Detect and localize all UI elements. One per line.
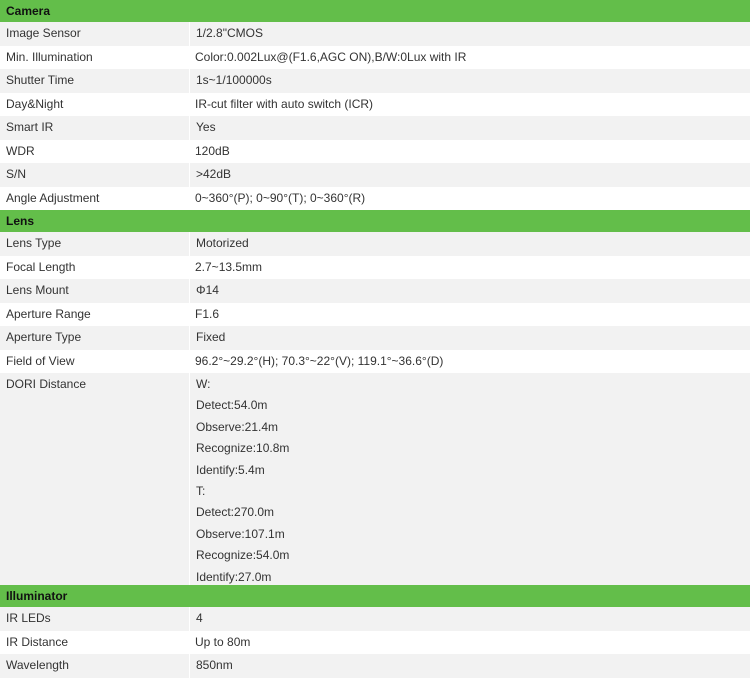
spec-row: Field of View 96.2°~29.2°(H); 70.3°~22°(V… <box>0 350 750 374</box>
spec-label: Shutter Time <box>6 73 75 87</box>
spec-row: IR Distance Up to 80m <box>0 631 750 655</box>
dori-line: Identify:5.4m <box>196 462 265 477</box>
spec-row-dori: DORI Distance W: Detect:54.0m Observe:21… <box>0 373 750 585</box>
spec-label: Lens Type <box>6 236 62 250</box>
section-header-camera: Camera <box>0 0 750 22</box>
spec-row: Min. Illumination Color:0.002Lux@(F1.6,AG… <box>0 46 750 70</box>
spec-row: Aperture Range F1.6 <box>0 303 750 327</box>
spec-row: Angle Adjustment 0~360°(P); 0~90°(T); 0~3… <box>0 187 750 211</box>
spec-label: S/N <box>6 167 27 181</box>
spec-label: IR Distance <box>6 634 69 649</box>
section-header-illuminator: Illuminator <box>0 585 750 607</box>
spec-value: Color:0.002Lux@(F1.6,AGC ON),B/W:0Lux wi… <box>195 49 467 64</box>
spec-label: Day&Night <box>6 96 64 111</box>
spec-row: WDR 120dB <box>0 140 750 164</box>
spec-row: Focal Length 2.7~13.5mm <box>0 256 750 280</box>
spec-label: Image Sensor <box>6 26 81 40</box>
dori-line: Observe:21.4m <box>196 419 279 434</box>
spec-row: Day&Night IR-cut filter with auto switch … <box>0 93 750 117</box>
spec-value: IR-cut filter with auto switch (ICR) <box>195 96 374 111</box>
spec-label: Field of View <box>6 353 75 368</box>
spec-label: Aperture Type <box>6 330 82 344</box>
spec-value: Φ14 <box>189 279 750 303</box>
dori-line: T: <box>196 483 206 498</box>
spec-label: Focal Length <box>6 259 76 274</box>
spec-label: DORI Distance <box>6 377 87 391</box>
spec-label: Min. Illumination <box>6 49 93 64</box>
spec-value: 4 <box>189 607 750 631</box>
spec-row: Smart IR Yes <box>0 116 750 140</box>
spec-row: S/N >42dB <box>0 163 750 187</box>
spec-label: IR LEDs <box>6 611 51 625</box>
spec-value: 2.7~13.5mm <box>195 259 263 274</box>
dori-line: Recognize:54.0m <box>196 548 290 563</box>
spec-row: Lens Mount Φ14 <box>0 279 750 303</box>
dori-line: Identify:27.0m <box>196 569 272 584</box>
spec-value: Up to 80m <box>195 634 251 649</box>
spec-value: 1s~1/100000s <box>189 69 750 93</box>
dori-line: Recognize:10.8m <box>196 441 290 456</box>
spec-label: Aperture Range <box>6 306 91 321</box>
spec-value: 120dB <box>195 143 230 158</box>
dori-line: W: <box>196 377 211 391</box>
spec-label: Lens Mount <box>6 283 69 297</box>
spec-row: IR LEDs 4 <box>0 607 750 631</box>
spec-value: F1.6 <box>195 306 220 321</box>
spec-label: Smart IR <box>6 120 54 134</box>
spec-value: Motorized <box>189 232 750 256</box>
spec-value-multiline: W: Detect:54.0m Observe:21.4m Recognize:… <box>189 373 750 585</box>
spec-row: Image Sensor 1/2.8"CMOS <box>0 22 750 46</box>
spec-table: Camera Image Sensor 1/2.8"CMOS Min. Illum… <box>0 0 750 678</box>
spec-label: WDR <box>6 143 35 158</box>
spec-row: Aperture Type Fixed <box>0 326 750 350</box>
dori-line: Observe:107.1m <box>196 526 285 541</box>
spec-value: Fixed <box>189 326 750 350</box>
spec-value: 1/2.8"CMOS <box>189 22 750 46</box>
spec-row: Lens Type Motorized <box>0 232 750 256</box>
spec-row: Wavelength 850nm <box>0 654 750 678</box>
spec-value: 0~360°(P); 0~90°(T); 0~360°(R) <box>195 190 366 205</box>
spec-row: Shutter Time 1s~1/100000s <box>0 69 750 93</box>
spec-label: Angle Adjustment <box>6 190 100 205</box>
spec-value: >42dB <box>189 163 750 187</box>
dori-line: Detect:270.0m <box>196 505 275 520</box>
spec-label: Wavelength <box>6 658 69 672</box>
spec-value: 96.2°~29.2°(H); 70.3°~22°(V); 119.1°~36.… <box>195 353 444 368</box>
spec-value: 850nm <box>189 654 750 678</box>
dori-line: Detect:54.0m <box>196 398 268 413</box>
section-header-lens: Lens <box>0 210 750 232</box>
spec-value: Yes <box>189 116 750 140</box>
